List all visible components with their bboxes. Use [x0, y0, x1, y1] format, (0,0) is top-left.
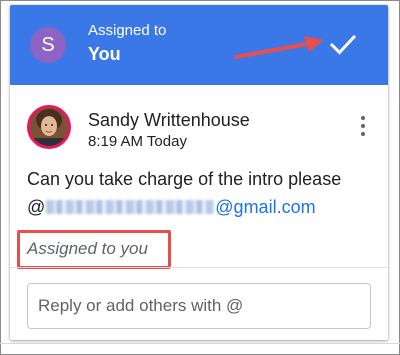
bottom-edge — [0, 343, 400, 344]
comment-card: S Assigned to You Sandy Writtenhouse 8:1… — [10, 5, 388, 340]
annotation-arrow-icon — [234, 36, 324, 59]
annotation-highlight-box — [17, 230, 171, 269]
author-name: Sandy Writtenhouse — [88, 110, 250, 130]
assigned-to-label: Assigned to — [88, 22, 167, 39]
more-vert-icon[interactable] — [356, 113, 370, 143]
assignment-header: S Assigned to You — [10, 5, 388, 85]
check-icon[interactable] — [330, 34, 356, 56]
redacted-email-user — [46, 200, 215, 214]
assignee-name: You — [88, 44, 121, 64]
mention-at-sign: @ — [27, 197, 46, 217]
assignee-avatar: S — [30, 27, 66, 63]
mention-line: @ @gmail.com — [27, 197, 316, 218]
comment-message: Can you take charge of the intro please — [27, 169, 342, 189]
reply-divider — [10, 267, 388, 268]
mention-email-link[interactable]: @gmail.com — [215, 197, 315, 217]
comment-timestamp: 8:19 AM Today — [88, 133, 187, 150]
author-avatar — [27, 105, 71, 149]
reply-input[interactable] — [27, 283, 371, 329]
